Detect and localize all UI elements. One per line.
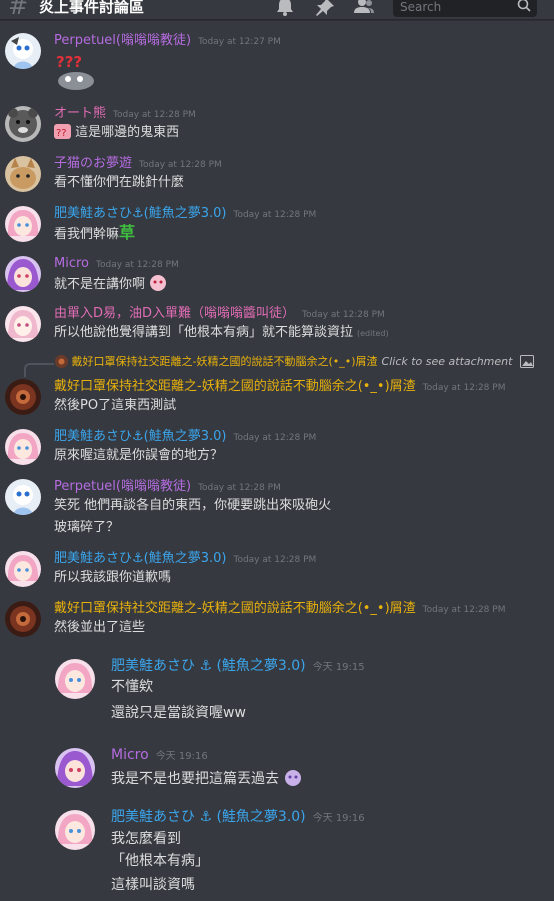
message-text: 看我們幹嘛草 — [54, 223, 136, 242]
timestamp: Today at 12:27 PM — [198, 37, 281, 47]
message-author[interactable]: 戴好口罩保持社交距離之-妖精之國的說話不動腦余之(•_•)屑渣 Today at … — [54, 379, 505, 396]
avatar[interactable] — [5, 379, 41, 415]
avatar[interactable] — [5, 601, 41, 637]
image-attachment-icon — [519, 355, 534, 368]
message-text: ?? 這是哪邊的鬼東西 — [54, 124, 180, 140]
message-text: 所以我該跟你道歉嗎 — [54, 570, 172, 585]
grass-emoji: 草 — [119, 223, 136, 242]
avatar[interactable] — [5, 106, 41, 142]
timestamp: 今天 19:16 — [155, 751, 208, 762]
avatar[interactable] — [5, 306, 41, 342]
message-text: 我怎麼看到 — [111, 831, 181, 847]
avatar[interactable] — [5, 429, 41, 465]
avatar[interactable] — [55, 748, 95, 788]
timestamp: Today at 12:28 PM — [113, 110, 196, 120]
pin-icon[interactable] — [315, 0, 335, 16]
message-author[interactable]: Perpetuel(嗡嗡嗡教徒) Today at 12:28 PM — [54, 479, 281, 496]
sticker-icon: ??? — [56, 53, 94, 90]
timestamp: Today at 12:28 PM — [198, 483, 281, 493]
message-author[interactable]: 肥美鮭あさひ⚓(鮭魚之夢3.0) Today at 12:28 PM — [54, 551, 316, 568]
message-author[interactable]: 子猫のお夢遊 Today at 12:28 PM — [54, 156, 222, 173]
avatar[interactable] — [5, 206, 41, 242]
avatar[interactable] — [55, 810, 95, 850]
message-text: 原來喔這就是你誤會的地方？ — [54, 448, 224, 463]
mini-avatar — [55, 355, 68, 368]
message-author[interactable]: 肥美鮭あさひ⚓(鮭魚之夢3.0) Today at 12:28 PM — [54, 429, 316, 446]
reply-connector — [24, 363, 54, 377]
message-author[interactable]: 肥美鮭あさひ ⚓ (鮭魚之夢3.0) 今天 19:16 — [111, 809, 365, 827]
message-author[interactable]: 肥美鮭あさひ ⚓ (鮭魚之夢3.0) 今天 19:15 — [111, 658, 365, 676]
timestamp: 今天 19:15 — [312, 662, 365, 673]
svg-text:???: ??? — [56, 53, 82, 71]
avatar[interactable] — [5, 33, 41, 69]
message-text: 不懂欸 — [111, 679, 153, 695]
timestamp: 今天 19:16 — [312, 813, 365, 824]
message-text: 笑死 他們再談各自的東西，你硬要跳出來吸砲火 — [54, 498, 332, 513]
reply-reference[interactable]: 戴好口罩保持社交距離之-妖精之國的說話不動腦余之(•_•)屑渣 Click to … — [55, 355, 534, 369]
search-icon — [517, 0, 531, 12]
channel-header: # 炎上事件討論區 — [0, 0, 554, 20]
message-text: 這樣叫談資嗎 — [111, 877, 195, 893]
message-text: 然後並出了這些 — [54, 620, 146, 635]
message-text: 「他根本有病」 — [111, 853, 209, 869]
channel-hash-icon: # — [8, 0, 29, 20]
timestamp: Today at 12:28 PM — [422, 605, 506, 615]
anime-emoji-icon — [285, 770, 302, 786]
timestamp: Today at 12:28 PM — [139, 160, 222, 170]
message-author[interactable]: オート熊 Today at 12:28 PM — [54, 106, 196, 123]
members-icon[interactable] — [354, 0, 374, 16]
bell-icon[interactable] — [275, 0, 295, 16]
avatar[interactable] — [5, 479, 41, 515]
anime-emoji-icon — [150, 275, 167, 291]
message-author[interactable]: Perpetuel(嗡嗡嗡教徒) Today at 12:27 PM — [54, 33, 281, 50]
message-author[interactable]: 肥美鮭あさひ⚓(鮭魚之夢3.0) Today at 12:28 PM — [54, 206, 316, 223]
emoji-icon: ?? — [54, 124, 71, 139]
avatar[interactable] — [55, 659, 95, 699]
message-author[interactable]: 戴好口罩保持社交距離之-妖精之國的說話不動腦余之(•_•)屑渣 Today at … — [54, 601, 505, 618]
message-text: 還說只是當談資喔ww — [111, 705, 246, 721]
timestamp: Today at 12:28 PM — [302, 310, 385, 320]
message-author[interactable]: Micro Today at 12:28 PM — [54, 256, 179, 273]
timestamp: Today at 12:28 PM — [422, 383, 506, 393]
message-text: 看不懂你們在跳針什麼 — [54, 175, 185, 190]
avatar[interactable] — [5, 156, 41, 192]
channel-title: 炎上事件討論區 — [39, 0, 145, 16]
svg-text:??: ?? — [56, 128, 67, 139]
message-text: 然後PO了這東西測試 — [54, 398, 177, 413]
message-text: 所以他說他覺得講到「他根本有病」就不能算談資拉 (edited) — [54, 325, 389, 340]
timestamp: Today at 12:28 PM — [233, 433, 317, 443]
message-text: 玻璃碎了？ — [54, 520, 120, 535]
avatar[interactable] — [5, 551, 41, 587]
search-bar[interactable] — [393, 0, 537, 17]
timestamp: Today at 12:28 PM — [233, 555, 317, 565]
avatar[interactable] — [5, 256, 41, 292]
edited-label: (edited) — [357, 329, 389, 338]
timestamp: Today at 12:28 PM — [233, 210, 317, 220]
message-text: 我是不是也要把這篇丟過去 — [111, 768, 303, 788]
search-input[interactable] — [398, 0, 512, 16]
timestamp: Today at 12:28 PM — [96, 260, 179, 270]
message-author[interactable]: Micro 今天 19:16 — [111, 747, 208, 765]
message-author[interactable]: 由單入D易，油D入單難（嗡嗡嗡醬叫徒） Today at 12:28 PM — [54, 306, 385, 323]
message-text: 就不是在講你啊 — [54, 274, 167, 293]
